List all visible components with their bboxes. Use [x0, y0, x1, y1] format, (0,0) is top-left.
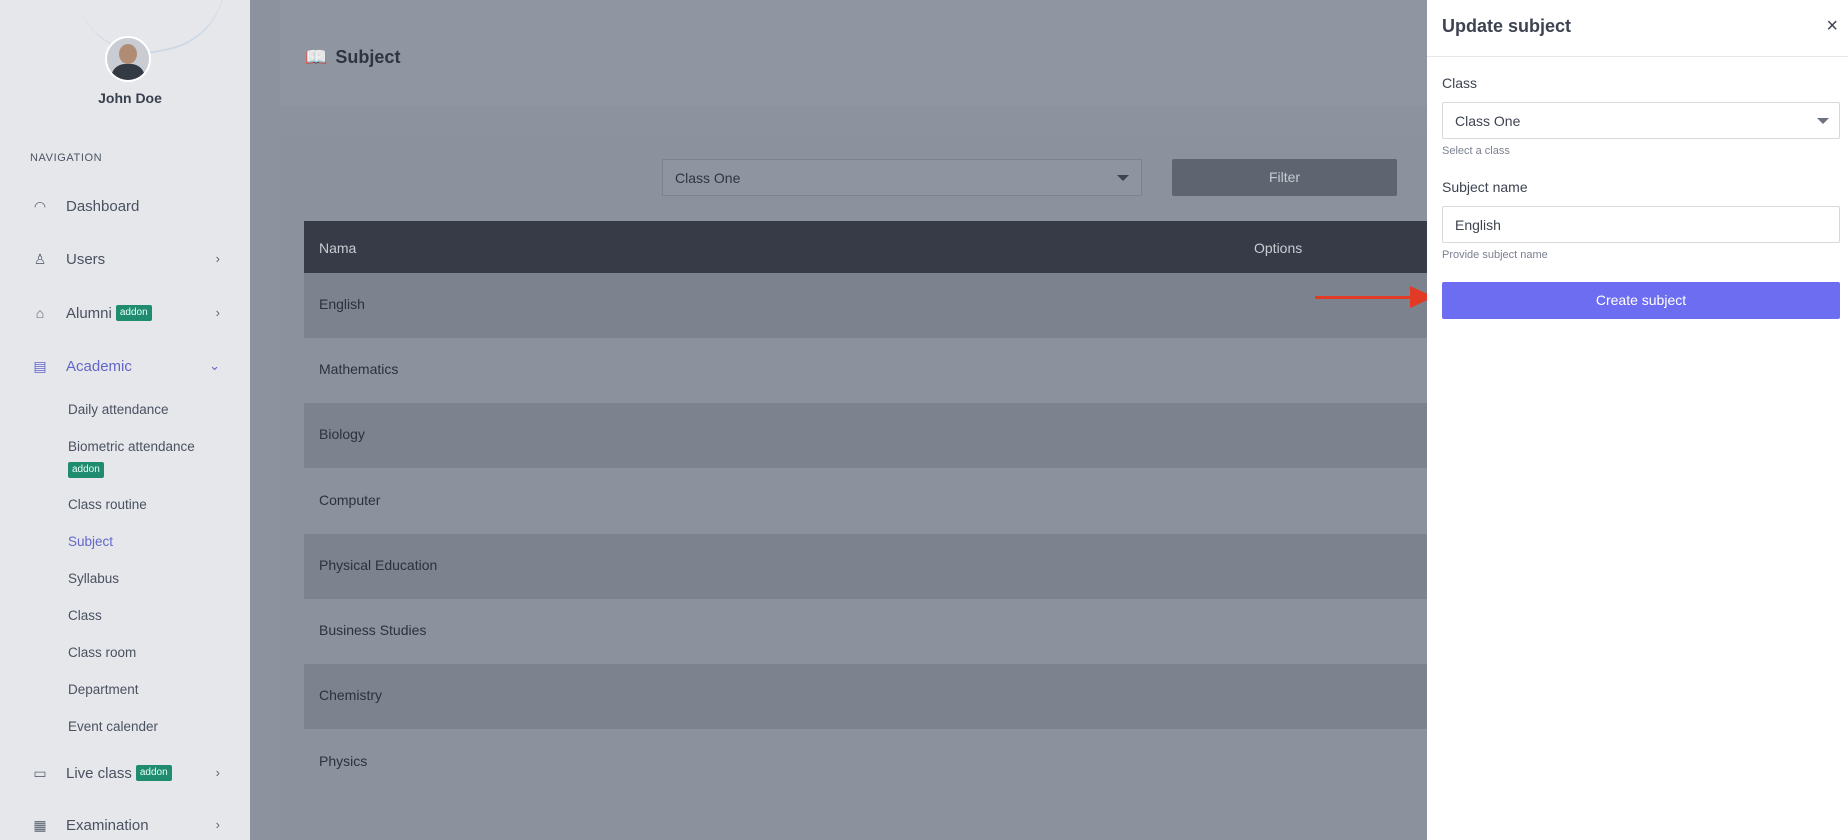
table-cell-name: Mathematics — [319, 361, 399, 377]
sidebar: John Doe NAVIGATION ◠ Dashboard ♙ Users … — [0, 0, 250, 840]
column-header-name: Nama — [319, 240, 357, 256]
caret-down-icon — [1817, 118, 1829, 124]
sidebar-item-alumni[interactable]: ⌂ Alumni addon › — [30, 300, 220, 326]
sidebar-item-dashboard[interactable]: ◠ Dashboard — [30, 193, 220, 219]
avatar[interactable] — [105, 36, 151, 82]
table-cell-name: Physics — [319, 753, 368, 769]
annotation-arrow-line — [1315, 296, 1415, 299]
subject-name-input[interactable]: English — [1442, 206, 1840, 243]
sidebar-decoration — [72, 0, 238, 67]
sidebar-item-label: Live class — [66, 764, 132, 782]
building-icon: ▤ — [33, 357, 47, 374]
class-label: Class — [1442, 75, 1478, 91]
nav-section-title: NAVIGATION — [30, 152, 103, 164]
clipboard-icon: ▦ — [33, 816, 47, 833]
sidebar-subitem-class-room[interactable]: Class room — [68, 645, 136, 660]
sidebar-subitem-class-routine[interactable]: Class routine — [68, 497, 147, 512]
drawer-title: Update subject — [1442, 16, 1572, 36]
class-filter-select[interactable]: Class One — [662, 159, 1142, 196]
update-subject-drawer: Update subject × Class Class One Select … — [1427, 0, 1848, 840]
subject-name-help-text: Provide subject name — [1442, 249, 1548, 261]
video-icon: ▭ — [33, 764, 47, 781]
addon-badge: addon — [115, 305, 152, 321]
class-select[interactable]: Class One — [1442, 102, 1840, 139]
book-icon: 📖 — [305, 47, 328, 67]
sidebar-subitem-subject[interactable]: Subject — [68, 534, 113, 549]
sidebar-item-label: Dashboard — [66, 197, 140, 215]
caret-down-icon — [1117, 175, 1129, 181]
sidebar-subitem-department[interactable]: Department — [68, 682, 139, 697]
subject-name-value: English — [1455, 217, 1501, 233]
chevron-down-icon: ⌄ — [209, 358, 220, 373]
sidebar-subitem-biometric-attendance[interactable]: Biometric attendance — [68, 439, 195, 454]
addon-badge: addon — [68, 462, 104, 478]
sidebar-item-academic[interactable]: ▤ Academic ⌄ — [30, 353, 220, 379]
sidebar-item-live-class[interactable]: ▭ Live class addon › — [30, 760, 220, 786]
page-title: 📖 Subject — [305, 47, 400, 68]
chevron-right-icon: › — [215, 817, 220, 832]
chevron-right-icon: › — [215, 251, 220, 266]
sidebar-item-examination[interactable]: ▦ Examination › — [30, 812, 220, 838]
subject-name-label: Subject name — [1442, 179, 1528, 195]
sidebar-item-label: Alumni — [66, 304, 112, 322]
sidebar-item-label: Examination — [66, 816, 149, 834]
graduation-cap-icon: ⌂ — [35, 305, 45, 321]
gauge-icon: ◠ — [33, 197, 47, 214]
addon-badge: addon — [135, 765, 172, 781]
table-cell-name: Biology — [319, 426, 365, 442]
drawer-header: Update subject × — [1427, 0, 1848, 57]
sidebar-item-label: Academic — [66, 357, 132, 375]
class-filter-value: Class One — [675, 170, 741, 186]
sidebar-item-label: Biometric attendance — [68, 439, 195, 454]
user-icon: ♙ — [33, 250, 47, 267]
table-cell-name: Computer — [319, 492, 381, 508]
column-header-options: Options — [1254, 240, 1303, 256]
table-cell-name: Chemistry — [319, 687, 383, 703]
sidebar-item-label: Users — [66, 250, 106, 268]
sidebar-subitem-syllabus[interactable]: Syllabus — [68, 571, 119, 586]
close-icon[interactable]: × — [1826, 16, 1838, 36]
create-subject-button[interactable]: Create subject — [1442, 282, 1840, 319]
table-cell-name: English — [319, 296, 365, 312]
user-name: John Doe — [98, 90, 162, 106]
sidebar-subitem-class[interactable]: Class — [68, 608, 102, 623]
chevron-right-icon: › — [215, 305, 220, 320]
class-select-value: Class One — [1455, 113, 1521, 129]
sidebar-subitem-event-calender[interactable]: Event calender — [68, 719, 158, 734]
sidebar-subitem-daily-attendance[interactable]: Daily attendance — [68, 402, 169, 417]
page-title-text: Subject — [335, 47, 401, 67]
table-cell-name: Physical Education — [319, 557, 438, 573]
chevron-right-icon: › — [215, 765, 220, 780]
table-cell-name: Business Studies — [319, 622, 427, 638]
sidebar-item-users[interactable]: ♙ Users › — [30, 246, 220, 272]
class-help-text: Select a class — [1442, 145, 1510, 157]
filter-button[interactable]: Filter — [1172, 159, 1397, 196]
